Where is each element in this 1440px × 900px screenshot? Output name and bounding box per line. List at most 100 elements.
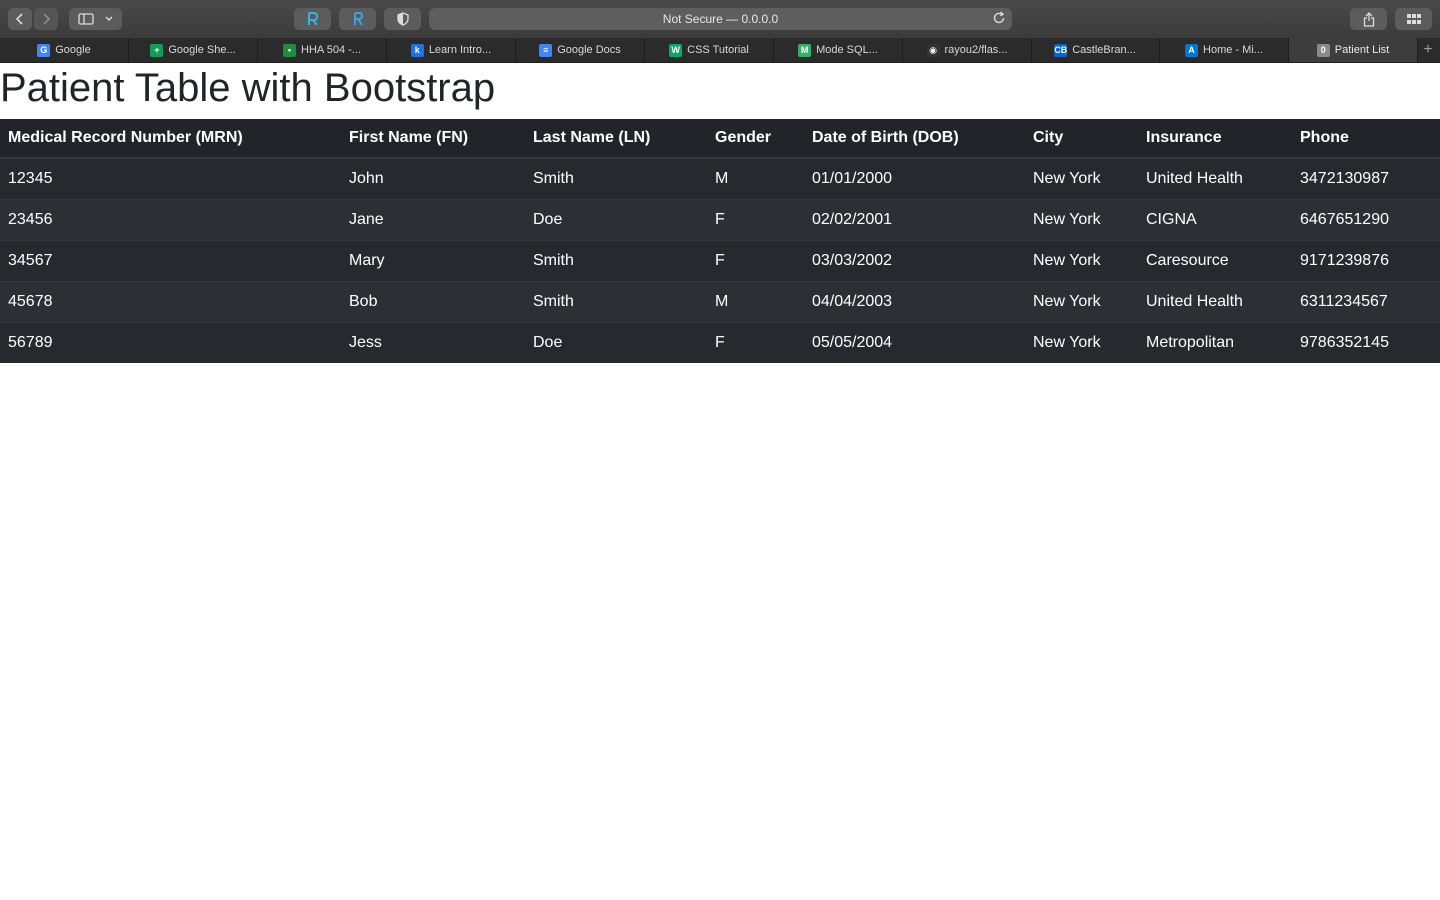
table-cell: 23456 xyxy=(0,198,341,240)
tab-0[interactable]: G Google xyxy=(0,38,129,62)
table-cell: Caresource xyxy=(1138,239,1292,281)
sheets-icon: + xyxy=(150,43,164,57)
table-cell: New York xyxy=(1025,321,1138,363)
table-cell: United Health xyxy=(1138,157,1292,199)
table-cell: 3472130987 xyxy=(1292,157,1440,199)
tab-9[interactable]: A Home - Mi... xyxy=(1160,38,1289,62)
privacy-button[interactable] xyxy=(384,8,421,30)
tab-10[interactable]: 0 Patient List xyxy=(1289,38,1418,62)
patient-list-icon: 0 xyxy=(1316,43,1330,57)
column-header: Date of Birth (DOB) xyxy=(804,119,1025,159)
table-cell: CIGNA xyxy=(1138,198,1292,240)
castlebranch-icon: CB xyxy=(1054,43,1068,57)
table-cell: Jane xyxy=(341,198,525,240)
column-header: First Name (FN) xyxy=(341,119,525,159)
table-cell: Doe xyxy=(525,321,707,363)
reload-icon[interactable] xyxy=(992,11,1006,25)
patient-table: Medical Record Number (MRN) First Name (F… xyxy=(0,119,1440,363)
table-cell: New York xyxy=(1025,157,1138,199)
table-cell: 56789 xyxy=(0,321,341,363)
google-icon: G xyxy=(37,43,51,57)
tab-6[interactable]: M Mode SQL... xyxy=(774,38,903,62)
tab-label: rayou2/flas... xyxy=(944,44,1008,56)
forward-button[interactable] xyxy=(34,8,58,30)
chevron-right-icon xyxy=(43,13,51,25)
table-cell: 6467651290 xyxy=(1292,198,1440,240)
tab-3[interactable]: k Learn Intro... xyxy=(387,38,516,62)
table-cell: Metropolitan xyxy=(1138,321,1292,363)
table-cell: Smith xyxy=(525,157,707,199)
mode-icon: M xyxy=(798,43,812,57)
table-row: 12345 John Smith M 01/01/2000 New York United … xyxy=(0,157,1440,199)
table-cell: 9786352145 xyxy=(1292,321,1440,363)
tab-8[interactable]: CB CastleBran... xyxy=(1031,38,1160,62)
table-cell: 6311234567 xyxy=(1292,280,1440,322)
table-cell: 01/01/2000 xyxy=(804,157,1025,199)
table-cell: 04/04/2003 xyxy=(804,280,1025,322)
column-header: Gender xyxy=(707,119,804,159)
table-cell: New York xyxy=(1025,198,1138,240)
column-header: Last Name (LN) xyxy=(525,119,707,159)
address-bar[interactable]: Not Secure — 0.0.0.0 xyxy=(429,8,1012,30)
table-header-row: Medical Record Number (MRN) First Name (F… xyxy=(0,119,1440,159)
table-row: 23456 Jane Doe F 02/02/2001 New York CIGNA 6467… xyxy=(0,198,1440,240)
tab-1[interactable]: + Google She... xyxy=(129,38,258,62)
classroom-icon: ▪ xyxy=(283,43,297,57)
tab-label: Patient List xyxy=(1334,44,1390,56)
tab-5[interactable]: W CSS Tutorial xyxy=(645,38,774,62)
table-cell: United Health xyxy=(1138,280,1292,322)
table-cell: 05/05/2004 xyxy=(804,321,1025,363)
column-header: Phone xyxy=(1292,119,1440,159)
table-row: 56789 Jess Doe F 05/05/2004 New York Metropoli… xyxy=(0,321,1440,363)
address-text: Not Secure — 0.0.0.0 xyxy=(662,12,779,26)
table-cell: F xyxy=(707,321,804,363)
table-cell: M xyxy=(707,280,804,322)
tab-overview-button[interactable] xyxy=(1395,8,1432,30)
table-row: 45678 Bob Smith M 04/04/2003 New York United H… xyxy=(0,280,1440,322)
table-cell: 45678 xyxy=(0,280,341,322)
column-header: Medical Record Number (MRN) xyxy=(0,119,341,159)
tab-label: Mode SQL... xyxy=(816,44,878,56)
browser-toolbar: Not Secure — 0.0.0.0 xyxy=(0,0,1440,39)
extension-k-icon xyxy=(353,12,363,26)
table-cell: Doe xyxy=(525,198,707,240)
tab-7[interactable]: ◉ rayou2/flas... xyxy=(903,38,1032,62)
shield-icon xyxy=(396,12,409,26)
table-cell: 02/02/2001 xyxy=(804,198,1025,240)
docs-icon: ≡ xyxy=(539,43,553,57)
new-tab-button[interactable]: + xyxy=(1416,38,1440,62)
tab-label: Home - Mi... xyxy=(1203,44,1263,56)
back-button[interactable] xyxy=(8,8,32,30)
table-cell: New York xyxy=(1025,239,1138,281)
table-cell: 9171239876 xyxy=(1292,239,1440,281)
share-button[interactable] xyxy=(1350,8,1387,30)
tab-2[interactable]: ▪ HHA 504 -... xyxy=(258,38,387,62)
tab-label: CSS Tutorial xyxy=(687,44,749,56)
table-cell: Bob xyxy=(341,280,525,322)
k-icon: k xyxy=(410,43,424,57)
extension-button-1[interactable] xyxy=(294,8,331,30)
page-title: Patient Table with Bootstrap xyxy=(0,66,496,110)
tab-label: Learn Intro... xyxy=(428,44,492,56)
chevron-left-icon xyxy=(15,13,23,25)
tab-4[interactable]: ≡ Google Docs xyxy=(516,38,645,62)
table-cell: 34567 xyxy=(0,239,341,281)
sidebar-button[interactable] xyxy=(69,8,122,30)
chevron-down-icon xyxy=(105,16,113,21)
table-row: 34567 Mary Smith F 03/03/2002 New York Caresou… xyxy=(0,239,1440,281)
tab-label: HHA 504 -... xyxy=(301,44,361,56)
table-body: 12345 John Smith M 01/01/2000 New York United … xyxy=(0,157,1440,363)
grid-icon xyxy=(1406,14,1421,24)
column-header: City xyxy=(1025,119,1138,159)
extension-button-2[interactable] xyxy=(339,8,376,30)
column-header: Insurance xyxy=(1138,119,1292,159)
table-cell: 12345 xyxy=(0,157,341,199)
tab-label: Google She... xyxy=(168,44,236,56)
tab-label: Google Docs xyxy=(557,44,621,56)
table-cell: F xyxy=(707,198,804,240)
extension-r-icon xyxy=(307,12,318,26)
table-cell: John xyxy=(341,157,525,199)
table-cell: New York xyxy=(1025,280,1138,322)
table-cell: M xyxy=(707,157,804,199)
table-cell: 03/03/2002 xyxy=(804,239,1025,281)
